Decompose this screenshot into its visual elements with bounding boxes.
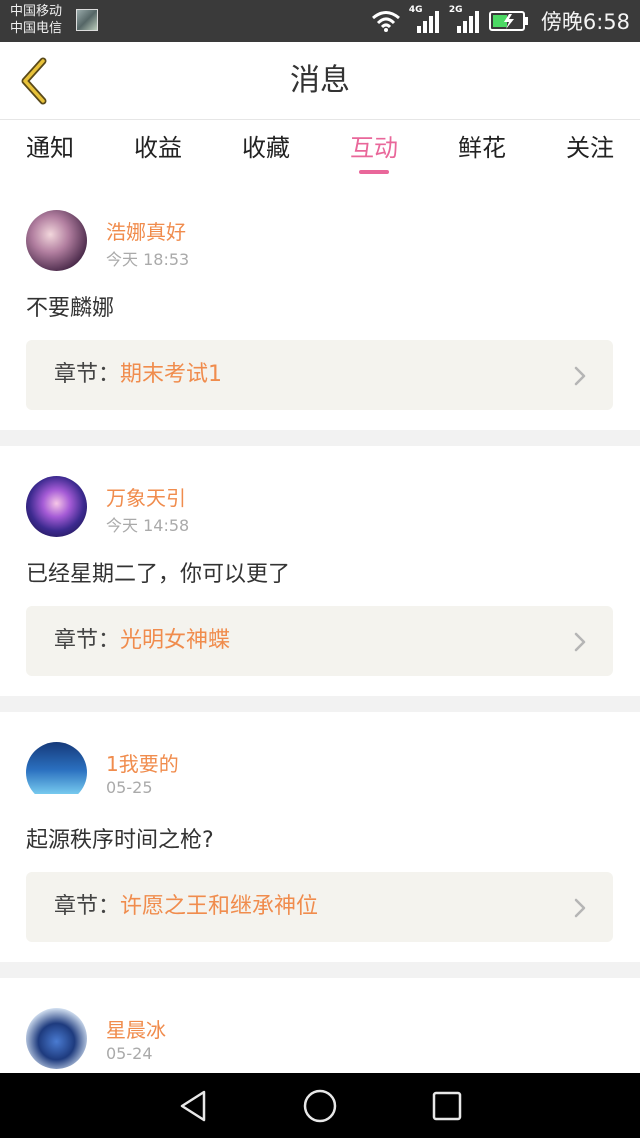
message-text: 已经星期二了，你可以更了 bbox=[26, 562, 291, 587]
message-text: 不要麟娜 bbox=[26, 296, 115, 321]
tab-interactions[interactable]: 互动 bbox=[350, 120, 398, 180]
messages-screen: 中国移动 中国电信 4G 2G 傍晚6:58 消息 通知 收益 收藏 互动 鲜花… bbox=[0, 0, 640, 1138]
nav-back-button[interactable] bbox=[163, 1076, 223, 1136]
message-card: 星晨冰 05-24 bbox=[0, 978, 640, 1078]
notification-icon bbox=[76, 9, 98, 31]
chevron-right-icon bbox=[574, 366, 586, 386]
message-text: 起源秩序时间之枪? bbox=[26, 828, 214, 853]
tab-notifications[interactable]: 通知 bbox=[26, 120, 74, 180]
tab-earnings[interactable]: 收益 bbox=[134, 120, 182, 180]
tab-flowers[interactable]: 鲜花 bbox=[458, 120, 506, 180]
back-arrow-icon bbox=[21, 57, 47, 105]
signal-4g-icon: 4G bbox=[408, 5, 441, 34]
chapter-title: 光明女神蝶 bbox=[120, 628, 231, 653]
carrier-2: 中国电信 bbox=[10, 21, 63, 36]
status-time: 傍晚6:58 bbox=[540, 10, 630, 34]
message-list: 浩娜真好 今天 18:53 不要麟娜 章节：期末考试1 万象天引 今天 14:5… bbox=[0, 180, 640, 1078]
tab-follows[interactable]: 关注 bbox=[566, 120, 614, 180]
username[interactable]: 星晨冰 bbox=[106, 1014, 166, 1043]
tab-favorites[interactable]: 收藏 bbox=[242, 120, 290, 180]
username[interactable]: 万象天引 bbox=[106, 482, 186, 511]
carrier-info: 中国移动 中国电信 bbox=[10, 3, 62, 37]
chapter-title: 期末考试1 bbox=[120, 362, 223, 387]
chapter-link[interactable]: 章节：期末考试1 bbox=[26, 340, 613, 410]
chapter-label: 章节：许愿之王和继承神位 bbox=[54, 872, 318, 942]
chapter-prefix: 章节： bbox=[54, 894, 121, 919]
battery-icon bbox=[488, 10, 529, 32]
chapter-label: 章节：期末考试1 bbox=[54, 340, 222, 410]
chevron-right-icon bbox=[574, 898, 586, 918]
triangle-back-icon bbox=[181, 1090, 206, 1121]
back-button[interactable] bbox=[14, 56, 54, 106]
chevron-right-icon bbox=[574, 632, 586, 652]
message-tabs: 通知 收益 收藏 互动 鲜花 关注 bbox=[0, 120, 640, 180]
avatar[interactable] bbox=[26, 742, 87, 803]
app-header: 消息 bbox=[0, 42, 640, 120]
nav-recents-button[interactable] bbox=[417, 1076, 477, 1136]
message-time: 今天 18:53 bbox=[106, 250, 190, 269]
avatar[interactable] bbox=[26, 210, 87, 271]
circle-home-icon bbox=[303, 1089, 337, 1122]
status-indicators: 4G 2G 傍晚6:58 bbox=[371, 0, 630, 42]
square-recents-icon bbox=[432, 1091, 461, 1120]
message-card: 1我要的 05-25 起源秩序时间之枪? 章节：许愿之王和继承神位 bbox=[0, 712, 640, 962]
chapter-link[interactable]: 章节：光明女神蝶 bbox=[26, 606, 613, 676]
wifi-icon bbox=[371, 9, 401, 33]
chapter-title: 许愿之王和继承神位 bbox=[120, 894, 319, 919]
username[interactable]: 1我要的 bbox=[106, 748, 179, 777]
status-bar: 中国移动 中国电信 4G 2G 傍晚6:58 bbox=[0, 0, 640, 42]
network-4g-label: 4G bbox=[408, 5, 423, 15]
system-nav-bar bbox=[0, 1073, 640, 1138]
chapter-label: 章节：光明女神蝶 bbox=[54, 606, 230, 676]
avatar[interactable] bbox=[26, 476, 87, 537]
message-time: 05-25 bbox=[106, 778, 153, 797]
network-2g-label: 2G bbox=[448, 5, 463, 15]
message-time: 今天 14:58 bbox=[106, 516, 190, 535]
message-time: 05-24 bbox=[106, 1044, 153, 1063]
nav-home-button[interactable] bbox=[290, 1076, 350, 1136]
chapter-prefix: 章节： bbox=[54, 628, 121, 653]
signal-2g-icon: 2G bbox=[448, 5, 481, 34]
carrier-1: 中国移动 bbox=[10, 4, 63, 19]
avatar[interactable] bbox=[26, 1008, 87, 1069]
page-title: 消息 bbox=[290, 63, 350, 98]
chapter-link[interactable]: 章节：许愿之王和继承神位 bbox=[26, 872, 613, 942]
username[interactable]: 浩娜真好 bbox=[106, 216, 186, 245]
message-card: 浩娜真好 今天 18:53 不要麟娜 章节：期末考试1 bbox=[0, 180, 640, 430]
chapter-prefix: 章节： bbox=[54, 362, 121, 387]
message-card: 万象天引 今天 14:58 已经星期二了，你可以更了 章节：光明女神蝶 bbox=[0, 446, 640, 696]
